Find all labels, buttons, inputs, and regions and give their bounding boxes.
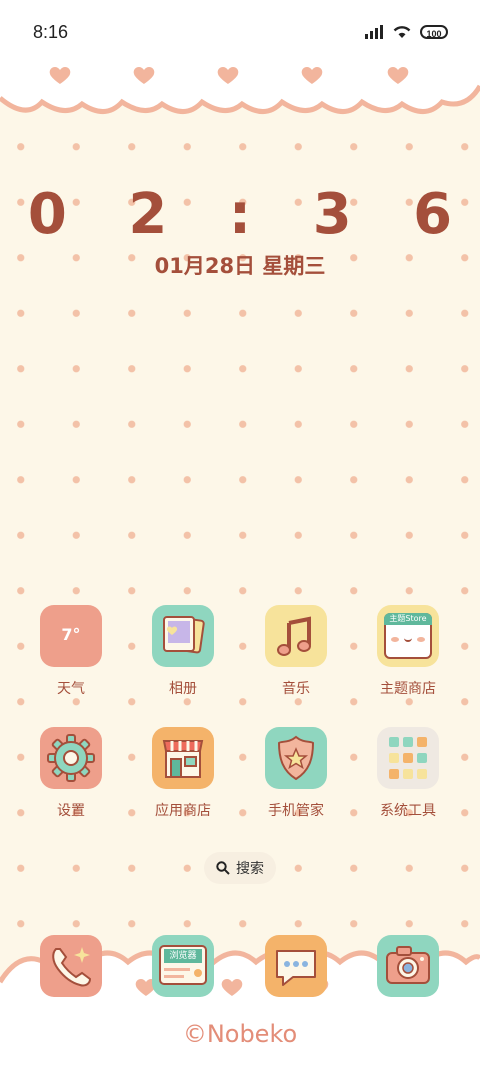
phone-icon: [40, 935, 102, 997]
dock-browser[interactable]: 浏览器: [133, 935, 233, 997]
folder-icon: [377, 727, 439, 789]
app-label: 系统工具: [380, 803, 436, 819]
browser-icon: 浏览器: [152, 935, 214, 997]
app-album[interactable]: 相册: [133, 605, 233, 698]
theme-store-icon: 主题Store: [377, 605, 439, 667]
app-theme-store[interactable]: 主题Store 主题商店: [358, 605, 458, 698]
app-phone-manager[interactable]: 手机管家: [246, 727, 346, 820]
wifi-icon: [393, 26, 411, 38]
search-button[interactable]: 搜索: [204, 852, 276, 884]
watermark-text: ©Nobeko: [182, 1020, 298, 1048]
app-label: 主题商店: [380, 681, 436, 697]
camera-icon: [377, 935, 439, 997]
app-label: 设置: [57, 803, 85, 819]
app-label: 天气: [57, 681, 85, 697]
weather-icon: 7°: [40, 605, 102, 667]
app-weather[interactable]: 7° 天气: [21, 605, 121, 698]
status-icons: 100: [364, 24, 448, 39]
shield-icon: [265, 727, 327, 789]
dock-phone[interactable]: [21, 935, 121, 997]
app-label: 应用商店: [155, 803, 211, 819]
messages-icon: [265, 935, 327, 997]
app-store-icon: [152, 727, 214, 789]
app-app-store[interactable]: 应用商店: [133, 727, 233, 820]
battery-indicator: 100: [420, 24, 448, 39]
search-icon: [216, 861, 230, 875]
gear-icon: [40, 727, 102, 789]
photo-album-icon: [152, 605, 214, 667]
lock-clock-date: 01月28日 星期三: [154, 254, 326, 278]
app-music[interactable]: 音乐: [246, 605, 346, 698]
app-label: 手机管家: [268, 803, 324, 819]
dock-camera[interactable]: [358, 935, 458, 997]
lock-clock-time: 0 2 : 3 6: [27, 182, 474, 247]
app-settings[interactable]: 设置: [21, 727, 121, 820]
app-system-tools[interactable]: 系统工具: [358, 727, 458, 820]
status-time: 8:16: [33, 22, 69, 42]
signal-icon: [365, 24, 383, 39]
lace-border-top: [0, 64, 480, 114]
music-note-icon: [265, 605, 327, 667]
dock-messages[interactable]: [246, 935, 346, 997]
status-bar: 8:16 100: [0, 0, 480, 64]
app-label: 音乐: [282, 681, 310, 697]
app-label: 相册: [169, 681, 197, 697]
search-label: 搜索: [236, 861, 264, 877]
